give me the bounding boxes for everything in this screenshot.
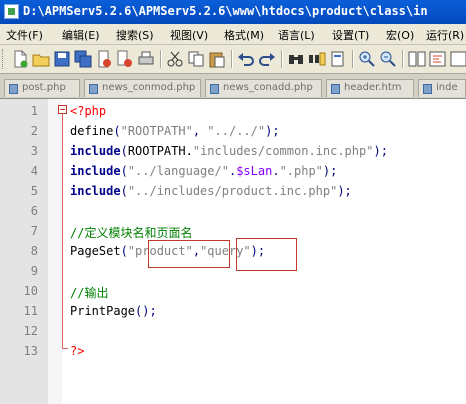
window-title: D:\APMServ5.2.6\APMServ5.2.6\www\htdocs\…	[23, 4, 428, 18]
code-line-5: include("../includes/product.inc.php");	[70, 184, 352, 198]
file-icon	[9, 84, 18, 94]
menu-edit[interactable]: 编辑(E)	[62, 27, 100, 43]
line-number: 4	[30, 164, 38, 178]
redo-icon[interactable]	[257, 49, 277, 69]
undo-icon[interactable]	[236, 49, 256, 69]
save-all-icon[interactable]	[73, 49, 93, 69]
menu-settings[interactable]: 设置(T)	[332, 27, 369, 43]
show-all-chars-icon[interactable]	[449, 49, 466, 69]
menu-view[interactable]: 视图(V)	[170, 27, 208, 43]
file-icon	[89, 84, 98, 94]
tab-index[interactable]: inde	[418, 79, 466, 97]
save-icon[interactable]	[52, 49, 72, 69]
menu-language[interactable]: 语言(L)	[278, 27, 315, 43]
code-line-7-comment: //定义模块名和页面名	[70, 226, 193, 240]
menu-macro[interactable]: 宏(O)	[386, 27, 414, 43]
toolbar	[0, 45, 466, 74]
fold-line	[62, 114, 63, 348]
line-number: 6	[30, 204, 38, 218]
code-line-1: <?php	[70, 104, 107, 118]
file-icon	[210, 84, 219, 94]
zoom-out-icon[interactable]	[378, 49, 398, 69]
tab-header-htm[interactable]: header.htm	[326, 79, 414, 97]
tab-post-php[interactable]: post.php	[4, 79, 80, 97]
line-number: 7	[30, 224, 38, 238]
zoom-in-icon[interactable]	[357, 49, 377, 69]
menu-bar: 文件(F) 编辑(E) 搜索(S) 视图(V) 格式(M) 语言(L) 设置(T…	[0, 24, 466, 45]
cut-icon[interactable]	[165, 49, 185, 69]
open-folder-icon[interactable]	[31, 49, 51, 69]
menu-search[interactable]: 搜索(S)	[116, 27, 154, 43]
code-line-13: ?>	[70, 344, 85, 358]
word-wrap-icon[interactable]	[428, 49, 448, 69]
fold-margin	[48, 99, 62, 404]
code-line-2: define("ROOTPATH", "../../");	[70, 124, 280, 138]
line-number: 5	[30, 184, 38, 198]
code-line-11: PrintPage();	[70, 304, 157, 318]
code-line-10-comment: //输出	[70, 286, 109, 300]
title-bar: D:\APMServ5.2.6\APMServ5.2.6\www\htdocs\…	[0, 0, 466, 24]
line-number: 8	[30, 244, 38, 258]
close-all-icon[interactable]	[115, 49, 135, 69]
replace-icon[interactable]	[307, 49, 327, 69]
sync-scroll-icon[interactable]	[407, 49, 427, 69]
menu-format[interactable]: 格式(M)	[224, 27, 264, 43]
bookmark-icon[interactable]	[328, 49, 348, 69]
menu-file[interactable]: 文件(F)	[6, 27, 43, 43]
new-file-icon[interactable]	[10, 49, 30, 69]
line-number: 10	[23, 284, 38, 298]
toolbar-separator	[402, 50, 404, 68]
tab-news-conadd-php[interactable]: news_conadd.php	[205, 79, 322, 97]
line-number: 3	[30, 144, 38, 158]
code-line-4: include("../language/".$sLan.".php");	[70, 164, 338, 178]
line-number: 1	[30, 104, 38, 118]
toolbar-grip[interactable]	[2, 49, 6, 69]
menu-run[interactable]: 运行(R)	[426, 27, 464, 43]
tab-news-conmod-php[interactable]: news_conmod.php	[84, 79, 201, 97]
highlight-box-product	[148, 240, 230, 268]
line-number: 13	[23, 344, 38, 358]
code-editor[interactable]: 1 2 3 4 5 6 7 8 9 10 11 12 13 <?php defi…	[0, 99, 466, 404]
line-number: 2	[30, 124, 38, 138]
line-number: 9	[30, 264, 38, 278]
line-number: 11	[23, 304, 38, 318]
toolbar-separator	[281, 50, 283, 68]
file-icon	[331, 84, 340, 94]
notepad-plus-plus-icon	[4, 4, 19, 19]
fold-end-marker	[62, 348, 68, 349]
close-icon[interactable]	[94, 49, 114, 69]
print-icon[interactable]	[136, 49, 156, 69]
toolbar-separator	[160, 50, 162, 68]
toolbar-separator	[231, 50, 233, 68]
tab-bar: post.php news_conmod.php news_conadd.php…	[0, 74, 466, 99]
code-line-3: include(ROOTPATH."includes/common.inc.ph…	[70, 144, 388, 158]
toolbar-separator	[352, 50, 354, 68]
copy-icon[interactable]	[186, 49, 206, 69]
fold-collapse-icon[interactable]	[58, 105, 67, 114]
find-icon[interactable]	[286, 49, 306, 69]
file-icon	[423, 84, 432, 94]
paste-icon[interactable]	[207, 49, 227, 69]
line-number: 12	[23, 324, 38, 338]
line-number-gutter: 1 2 3 4 5 6 7 8 9 10 11 12 13	[0, 99, 48, 404]
highlight-box-query	[236, 238, 297, 271]
